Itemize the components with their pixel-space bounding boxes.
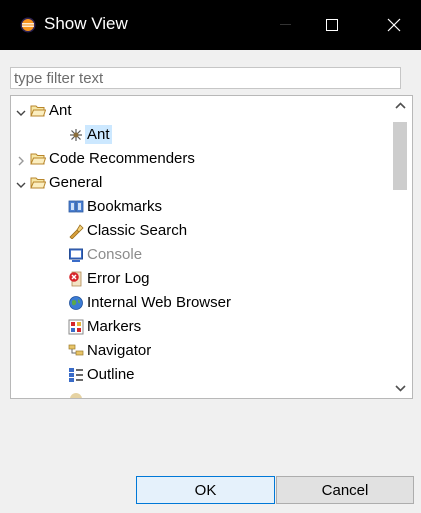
tree-item-console[interactable]: Console bbox=[11, 243, 389, 267]
minimize-icon bbox=[280, 24, 291, 25]
tree-item-label: Markers bbox=[87, 318, 142, 335]
cancel-button[interactable]: Cancel bbox=[276, 476, 414, 504]
tree-item-code-recommenders[interactable]: Code Recommenders bbox=[11, 147, 389, 171]
chevron-down-icon[interactable] bbox=[16, 177, 26, 188]
eclipse-icon bbox=[20, 17, 36, 33]
outline-icon bbox=[68, 367, 84, 383]
chevron-down-icon bbox=[395, 385, 406, 392]
tree-item-general[interactable]: General bbox=[11, 171, 389, 195]
minimize-button[interactable] bbox=[263, 0, 309, 50]
view-tree[interactable]: Ant Ant Code Recommenders General Bookma… bbox=[10, 95, 413, 399]
show-view-dialog: Show View type filter text Ant Ant Code … bbox=[0, 0, 421, 513]
tree-item-label: Navigator bbox=[87, 342, 152, 359]
maximize-button[interactable] bbox=[309, 0, 355, 50]
tree-item-label: Ant bbox=[85, 125, 112, 144]
window-title: Show View bbox=[44, 14, 128, 33]
console-icon bbox=[68, 247, 84, 263]
close-button[interactable] bbox=[367, 0, 421, 50]
tree-item-label: Internal Web Browser bbox=[87, 294, 231, 311]
tree-item-label: Console bbox=[87, 246, 143, 263]
view-icon bbox=[68, 391, 84, 398]
close-icon bbox=[387, 18, 401, 32]
chevron-down-icon[interactable] bbox=[16, 105, 26, 116]
folder-icon bbox=[30, 175, 47, 191]
tree-scrollbar[interactable] bbox=[389, 96, 412, 398]
tree-item-partial[interactable] bbox=[11, 387, 389, 398]
tree-item-label: General bbox=[49, 174, 103, 191]
ant-view-icon bbox=[68, 127, 84, 143]
tree-item-internal-web-browser[interactable]: Internal Web Browser bbox=[11, 291, 389, 315]
globe-icon bbox=[68, 295, 84, 311]
tree-item-label: Ant bbox=[49, 102, 72, 119]
ok-button[interactable]: OK bbox=[136, 476, 275, 504]
tree-item-label: Classic Search bbox=[87, 222, 188, 239]
error-log-icon bbox=[68, 271, 84, 287]
tree-item-label: Bookmarks bbox=[87, 198, 163, 215]
folder-icon bbox=[30, 103, 47, 119]
chevron-up-icon bbox=[395, 102, 406, 109]
navigator-icon bbox=[68, 343, 84, 359]
tree-item-label: Outline bbox=[87, 366, 135, 383]
tree-item-ant-view[interactable]: Ant bbox=[11, 123, 389, 147]
chevron-right-icon[interactable] bbox=[16, 153, 26, 166]
filter-input[interactable] bbox=[10, 67, 401, 89]
title-bar[interactable]: Show View bbox=[0, 0, 421, 50]
tree-item-label: Code Recommenders bbox=[49, 150, 195, 167]
maximize-icon bbox=[326, 19, 338, 31]
tree-item-navigator[interactable]: Navigator bbox=[11, 339, 389, 363]
tree-item-error-log[interactable]: Error Log bbox=[11, 267, 389, 291]
tree-item-markers[interactable]: Markers bbox=[11, 315, 389, 339]
scroll-thumb[interactable] bbox=[393, 122, 407, 190]
scroll-up-button[interactable] bbox=[389, 96, 412, 116]
scroll-down-button[interactable] bbox=[389, 378, 412, 398]
search-flashlight-icon bbox=[68, 223, 84, 240]
folder-icon bbox=[30, 151, 47, 167]
tree-item-label: Error Log bbox=[87, 270, 150, 287]
markers-icon bbox=[68, 319, 84, 335]
tree-item-bookmarks[interactable]: Bookmarks bbox=[11, 195, 389, 219]
tree-item-ant-category[interactable]: Ant bbox=[11, 99, 389, 123]
bookmarks-icon bbox=[68, 199, 84, 215]
tree-item-outline[interactable]: Outline bbox=[11, 363, 389, 387]
tree-item-classic-search[interactable]: Classic Search bbox=[11, 219, 389, 243]
